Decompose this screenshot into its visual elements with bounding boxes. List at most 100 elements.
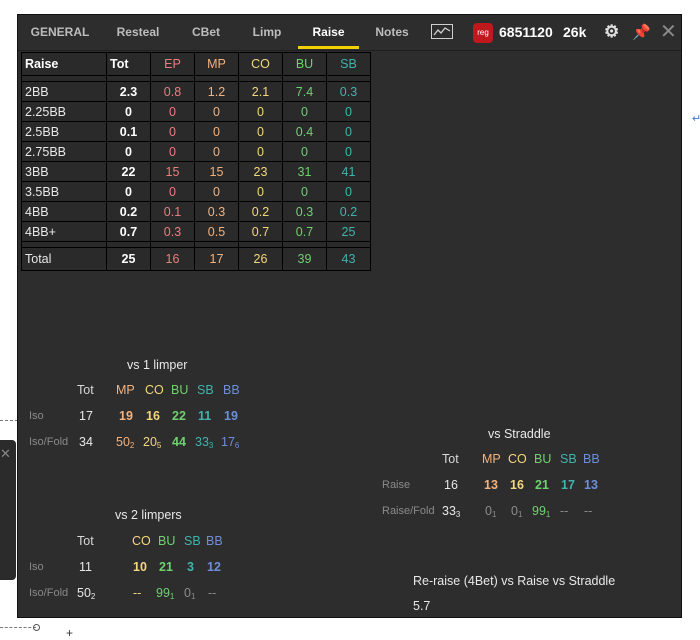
straddle-raise-co: 16: [510, 478, 524, 492]
vs1-header-sb: SB: [197, 383, 214, 397]
vs1-header-co: CO: [145, 383, 164, 397]
raise-table-row-cell-1: 22: [106, 161, 151, 182]
vs1-header-mp: MP: [116, 383, 135, 397]
straddle-raisefold-co: 01: [511, 504, 523, 519]
raise-table-row-cell-2: 0: [150, 121, 195, 142]
raise-table-row: 2.5BB 0.1 0 0 0 0.4 0: [21, 121, 371, 142]
raise-table-row: 3BB 22 15 15 23 31 41: [21, 161, 371, 182]
reraise-section: Re-raise (4Bet) vs Raise vs Straddle 5.7: [413, 570, 673, 615]
vs1-isofold-bu: 44: [172, 435, 186, 449]
vs2-header-bb: BB: [206, 534, 223, 548]
raise-table-row-cell-6: 41: [326, 161, 371, 182]
raise-table-total-row-cell-4: 26: [238, 247, 283, 271]
vs1-isofold-tot: 34: [79, 435, 93, 449]
vs2-iso-tot: 11: [79, 560, 92, 574]
raise-table-row-cell-1: 0: [106, 101, 151, 122]
raise-table-row-cell-0: 3BB: [21, 161, 107, 182]
tab-raise[interactable]: Raise: [298, 15, 359, 49]
reg-badge: reg: [473, 23, 493, 43]
raise-table-row-cell-3: 0: [194, 121, 239, 142]
raise-table-row-cell-1: 0.1: [106, 121, 151, 142]
vs1-iso-mp: 19: [119, 409, 133, 423]
vs2-header-tot: Tot: [77, 534, 94, 548]
gear-icon[interactable]: ⚙: [604, 22, 619, 42]
vs1-iso-bu: 22: [172, 409, 186, 423]
raise-table-row-cell-3: 0: [194, 181, 239, 202]
raise-table-total-row-cell-6: 43: [326, 247, 371, 271]
vs-2-limpers-section: vs 2 limpers Tot CO BU SB BB Iso 11 10 2…: [18, 503, 278, 603]
raise-table-header-cell-6: SB: [326, 52, 371, 76]
reraise-title: Re-raise (4Bet) vs Raise vs Straddle: [413, 574, 616, 588]
raise-table-row: 4BB+ 0.7 0.3 0.5 0.7 0.7 25: [21, 221, 371, 242]
raise-table-row-cell-5: 7.4: [282, 81, 327, 102]
raise-table-row-cell-0: 2BB: [21, 81, 107, 102]
vs1-header-bu: BU: [171, 383, 189, 397]
host-dashed-line: [0, 420, 18, 421]
raise-table-row-cell-4: 0.2: [238, 201, 283, 222]
raise-table-header-cell-2: EP: [150, 52, 195, 76]
player-id: 6851120: [499, 24, 553, 40]
raise-table-row-cell-1: 0.7: [106, 221, 151, 242]
vs2-iso-co: 10: [133, 560, 147, 574]
raise-table-row-cell-6: 0: [326, 181, 371, 202]
vs2-title: vs 2 limpers: [115, 508, 182, 522]
raise-table-header: Raise Tot EP MP CO BU SB: [21, 52, 371, 76]
raise-table-row-cell-4: 2.1: [238, 81, 283, 102]
straddle-raise-bb: 13: [584, 478, 598, 492]
straddle-header-co: CO: [508, 452, 527, 466]
vs2-isofold-sb: 01: [184, 586, 196, 601]
tab-cbet[interactable]: CBet: [181, 15, 231, 49]
raise-table-row-cell-4: 0: [238, 181, 283, 202]
tab-general[interactable]: GENERAL: [27, 15, 93, 49]
raise-table-row-cell-2: 0: [150, 181, 195, 202]
raise-table-row-cell-5: 0: [282, 141, 327, 162]
host-panel: ✕: [0, 440, 16, 580]
raise-table-row-cell-1: 0: [106, 181, 151, 202]
raise-table-row-cell-5: 0.7: [282, 221, 327, 242]
vs2-iso-sb: 3: [187, 560, 194, 574]
raise-table-row-cell-6: 0: [326, 141, 371, 162]
raise-table-row-cell-5: 0: [282, 101, 327, 122]
chart-icon[interactable]: [431, 24, 453, 39]
raise-table-row-cell-2: 0: [150, 141, 195, 162]
vs2-isofold-co: --: [133, 586, 142, 600]
pin-icon[interactable]: 📌: [632, 23, 651, 41]
vs-1-limper-section: vs 1 limper Tot MP CO BU SB BB Iso 17 19…: [18, 353, 278, 463]
raise-table-total-row-cell-1: 25: [106, 247, 151, 271]
straddle-title: vs Straddle: [488, 427, 551, 441]
vs2-iso-bu: 21: [159, 560, 173, 574]
close-icon[interactable]: ✕: [660, 19, 677, 44]
vs1-isofold-mp: 502: [116, 435, 135, 450]
raise-table-row-cell-5: 0.3: [282, 201, 327, 222]
straddle-raisefold-sb: --: [560, 504, 569, 518]
host-close-icon[interactable]: ✕: [0, 446, 11, 462]
raise-table-row-cell-0: 3.5BB: [21, 181, 107, 202]
raise-table-row: 3.5BB 0 0 0 0 0 0: [21, 181, 371, 202]
raise-table-row-cell-0: 2.25BB: [21, 101, 107, 122]
raise-table-row-cell-6: 0.2: [326, 201, 371, 222]
host-link-icon: ↵: [692, 113, 700, 125]
raise-table-header-cell-1: Tot: [106, 52, 151, 76]
straddle-raisefold-bu: 991: [532, 504, 551, 519]
raise-table-header-cell-0: Raise: [21, 52, 107, 76]
vs2-header-sb: SB: [184, 534, 201, 548]
raise-table-row-cell-0: 2.5BB: [21, 121, 107, 142]
raise-table-row-cell-5: 0.4: [282, 121, 327, 142]
raise-table-row: 4BB 0.2 0.1 0.3 0.2 0.3 0.2: [21, 201, 371, 222]
raise-table-row-cell-1: 2.3: [106, 81, 151, 102]
straddle-raisefold-bb: --: [584, 504, 593, 518]
raise-table-total-row-cell-2: 16: [150, 247, 195, 271]
straddle-header-bu: BU: [534, 452, 552, 466]
vs2-iso-bb: 12: [207, 560, 221, 574]
straddle-raise-mp: 13: [484, 478, 498, 492]
vs1-isofold-co: 205: [143, 435, 162, 450]
tab-notes[interactable]: Notes: [368, 15, 416, 49]
host-plus-icon: +: [66, 626, 74, 640]
raise-table-row-cell-1: 0.2: [106, 201, 151, 222]
raise-table-row-cell-5: 0: [282, 181, 327, 202]
tab-limp[interactable]: Limp: [242, 15, 292, 49]
vs1-isofold-sb: 333: [195, 435, 214, 450]
tab-resteal[interactable]: Resteal: [106, 15, 170, 49]
hands-count: 26k: [563, 24, 587, 40]
raise-table-row-cell-6: 25: [326, 221, 371, 242]
